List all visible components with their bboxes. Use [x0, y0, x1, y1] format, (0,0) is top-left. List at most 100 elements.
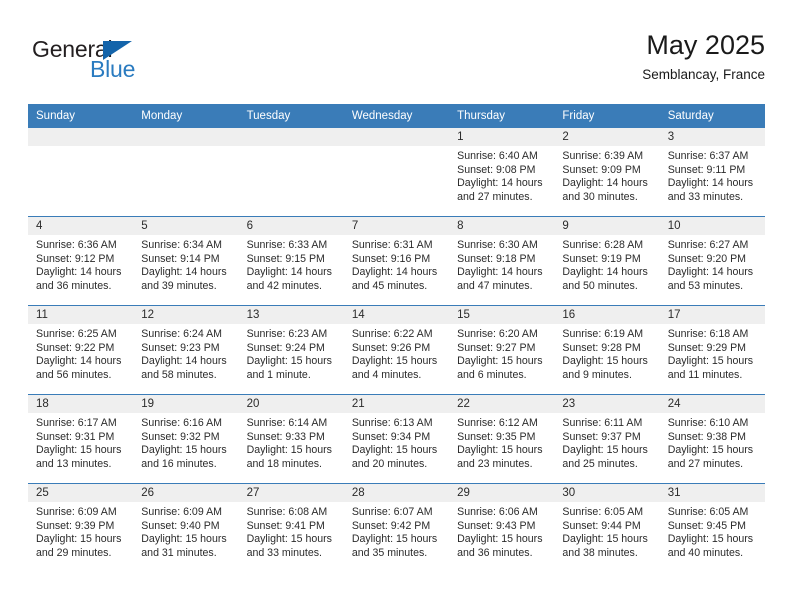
calendar-day-cell[interactable]: 15 Sunrise: 6:20 AM Sunset: 9:27 PM Dayligh…	[449, 305, 555, 395]
day-sun-info: Sunrise: 6:19 AM Sunset: 9:28 PM Daylight:…	[554, 324, 659, 382]
calendar-day-cell[interactable]: 26 Sunrise: 6:09 AM Sunset: 9:40 PM Dayligh…	[133, 483, 239, 572]
daylight-duration-line1: Daylight: 14 hours	[457, 266, 543, 279]
day-number: 21	[343, 395, 450, 413]
day-number: 4	[28, 217, 134, 235]
sunset-time: Sunset: 9:11 PM	[667, 163, 746, 176]
day-sun-info: Sunrise: 6:14 AM Sunset: 9:33 PM Daylight:…	[239, 413, 344, 471]
daylight-duration-line2: and 6 minutes.	[457, 368, 527, 381]
sunset-time: Sunset: 9:40 PM	[141, 519, 220, 532]
calendar-empty-cell	[28, 127, 134, 217]
calendar-day-cell[interactable]: 28 Sunrise: 6:07 AM Sunset: 9:42 PM Dayligh…	[343, 483, 450, 572]
calendar-day-cell[interactable]: 20 Sunrise: 6:14 AM Sunset: 9:33 PM Dayligh…	[238, 394, 344, 484]
day-cell-inner: 4 Sunrise: 6:36 AM Sunset: 9:12 PM Daylight…	[28, 217, 134, 305]
calendar-day-cell[interactable]: 5 Sunrise: 6:34 AM Sunset: 9:14 PM Daylight…	[133, 216, 239, 306]
calendar-day-cell[interactable]: 18 Sunrise: 6:17 AM Sunset: 9:31 PM Dayligh…	[28, 394, 134, 484]
daylight-duration-line1: Daylight: 15 hours	[36, 533, 122, 546]
calendar-day-cell[interactable]: 7 Sunrise: 6:31 AM Sunset: 9:16 PM Daylight…	[343, 216, 450, 306]
day-sun-info: Sunrise: 6:27 AM Sunset: 9:20 PM Daylight:…	[660, 235, 765, 293]
day-cell-inner: 26 Sunrise: 6:09 AM Sunset: 9:40 PM Dayligh…	[133, 484, 239, 572]
day-sun-info: Sunrise: 6:20 AM Sunset: 9:27 PM Daylight:…	[449, 324, 554, 382]
sunrise-time: Sunrise: 6:36 AM	[36, 239, 117, 251]
sunset-time: Sunset: 9:42 PM	[351, 519, 431, 532]
calendar-day-cell[interactable]: 2 Sunrise: 6:39 AM Sunset: 9:09 PM Daylight…	[554, 127, 660, 217]
daylight-duration-line2: and 25 minutes.	[562, 457, 638, 470]
day-sun-info: Sunrise: 6:12 AM Sunset: 9:35 PM Daylight:…	[449, 413, 554, 471]
daylight-duration-line2: and 20 minutes.	[351, 457, 428, 470]
weekday-header-tuesday: Tuesday	[238, 104, 344, 128]
calendar-day-cell[interactable]: 8 Sunrise: 6:30 AM Sunset: 9:18 PM Daylight…	[449, 216, 555, 306]
daylight-duration-line2: and 30 minutes.	[562, 190, 638, 203]
weekday-header-friday: Friday	[554, 104, 660, 128]
day-number	[343, 128, 450, 146]
day-sun-info: Sunrise: 6:23 AM Sunset: 9:24 PM Daylight:…	[239, 324, 344, 382]
day-number: 9	[554, 217, 660, 235]
calendar-day-cell[interactable]: 14 Sunrise: 6:22 AM Sunset: 9:26 PM Dayligh…	[343, 305, 450, 395]
day-sun-info: Sunrise: 6:22 AM Sunset: 9:26 PM Daylight:…	[344, 324, 449, 382]
calendar-day-cell[interactable]: 10 Sunrise: 6:27 AM Sunset: 9:20 PM Dayligh…	[659, 216, 765, 306]
day-sun-info: Sunrise: 6:09 AM Sunset: 9:40 PM Daylight:…	[133, 502, 238, 560]
sunset-time: Sunset: 9:28 PM	[562, 341, 641, 354]
calendar-day-cell[interactable]: 9 Sunrise: 6:28 AM Sunset: 9:19 PM Daylight…	[554, 216, 660, 306]
calendar-day-cell[interactable]: 25 Sunrise: 6:09 AM Sunset: 9:39 PM Dayligh…	[28, 483, 134, 572]
daylight-duration-line1: Daylight: 15 hours	[667, 533, 754, 546]
day-number: 16	[554, 306, 660, 324]
calendar-day-cell[interactable]: 23 Sunrise: 6:11 AM Sunset: 9:37 PM Dayligh…	[554, 394, 660, 484]
day-sun-info: Sunrise: 6:06 AM Sunset: 9:43 PM Daylight:…	[449, 502, 554, 560]
daylight-duration-line2: and 27 minutes.	[457, 190, 533, 203]
calendar-day-cell[interactable]: 3 Sunrise: 6:37 AM Sunset: 9:11 PM Daylight…	[659, 127, 765, 217]
day-number: 2	[554, 128, 660, 146]
day-cell-inner: 31 Sunrise: 6:05 AM Sunset: 9:45 PM Dayligh…	[659, 484, 765, 572]
calendar-day-cell[interactable]: 4 Sunrise: 6:36 AM Sunset: 9:12 PM Daylight…	[28, 216, 134, 306]
calendar-day-cell[interactable]: 6 Sunrise: 6:33 AM Sunset: 9:15 PM Daylight…	[238, 216, 344, 306]
general-blue-logo[interactable]: General Blue	[32, 36, 232, 92]
calendar-day-cell[interactable]: 27 Sunrise: 6:08 AM Sunset: 9:41 PM Dayligh…	[238, 483, 344, 572]
weekday-header-wednesday: Wednesday	[343, 104, 450, 128]
calendar-day-cell[interactable]: 29 Sunrise: 6:06 AM Sunset: 9:43 PM Dayligh…	[449, 483, 555, 572]
daylight-duration-line2: and 40 minutes.	[667, 546, 744, 559]
day-number: 26	[133, 484, 239, 502]
day-sun-info: Sunrise: 6:09 AM Sunset: 9:39 PM Daylight:…	[28, 502, 133, 560]
sunset-time: Sunset: 9:09 PM	[562, 163, 641, 176]
calendar-day-cell[interactable]: 19 Sunrise: 6:16 AM Sunset: 9:32 PM Dayligh…	[133, 394, 239, 484]
day-sun-info: Sunrise: 6:24 AM Sunset: 9:23 PM Daylight:…	[133, 324, 238, 382]
day-cell-inner: 18 Sunrise: 6:17 AM Sunset: 9:31 PM Dayligh…	[28, 395, 134, 483]
sunset-time: Sunset: 9:27 PM	[457, 341, 536, 354]
calendar-day-cell[interactable]: 17 Sunrise: 6:18 AM Sunset: 9:29 PM Dayligh…	[659, 305, 765, 395]
sunset-time: Sunset: 9:31 PM	[36, 430, 115, 443]
calendar-day-cell[interactable]: 22 Sunrise: 6:12 AM Sunset: 9:35 PM Dayligh…	[449, 394, 555, 484]
daylight-duration-line1: Daylight: 15 hours	[457, 355, 543, 368]
calendar-day-cell[interactable]: 1 Sunrise: 6:40 AM Sunset: 9:08 PM Daylight…	[449, 127, 555, 217]
sunrise-time: Sunrise: 6:25 AM	[36, 328, 117, 340]
day-number: 1	[449, 128, 555, 146]
day-sun-info: Sunrise: 6:05 AM Sunset: 9:44 PM Daylight:…	[554, 502, 659, 560]
day-sun-info: Sunrise: 6:33 AM Sunset: 9:15 PM Daylight:…	[239, 235, 344, 293]
day-number: 15	[449, 306, 555, 324]
daylight-duration-line1: Daylight: 15 hours	[246, 355, 332, 368]
daylight-duration-line2: and 38 minutes.	[562, 546, 638, 559]
sunset-time: Sunset: 9:37 PM	[562, 430, 641, 443]
day-number: 25	[28, 484, 134, 502]
sunrise-time: Sunrise: 6:30 AM	[457, 239, 538, 251]
sunrise-time: Sunrise: 6:05 AM	[562, 506, 644, 518]
calendar-day-cell[interactable]: 24 Sunrise: 6:10 AM Sunset: 9:38 PM Dayligh…	[659, 394, 765, 484]
daylight-duration-line2: and 50 minutes.	[562, 279, 638, 292]
calendar-day-cell[interactable]: 30 Sunrise: 6:05 AM Sunset: 9:44 PM Dayligh…	[554, 483, 660, 572]
calendar-day-cell[interactable]: 16 Sunrise: 6:19 AM Sunset: 9:28 PM Dayligh…	[554, 305, 660, 395]
daylight-duration-line2: and 1 minute.	[246, 368, 311, 381]
day-number: 14	[343, 306, 450, 324]
calendar-day-cell[interactable]: 11 Sunrise: 6:25 AM Sunset: 9:22 PM Dayligh…	[28, 305, 134, 395]
calendar-day-cell[interactable]: 21 Sunrise: 6:13 AM Sunset: 9:34 PM Dayligh…	[343, 394, 450, 484]
day-number: 31	[659, 484, 765, 502]
calendar-day-cell[interactable]: 31 Sunrise: 6:05 AM Sunset: 9:45 PM Dayligh…	[659, 483, 765, 572]
daylight-duration-line2: and 39 minutes.	[141, 279, 217, 292]
sunrise-time: Sunrise: 6:16 AM	[141, 417, 222, 429]
sunset-time: Sunset: 9:24 PM	[246, 341, 325, 354]
day-cell-inner: 23 Sunrise: 6:11 AM Sunset: 9:37 PM Dayligh…	[554, 395, 660, 483]
calendar-day-cell[interactable]: 12 Sunrise: 6:24 AM Sunset: 9:23 PM Dayligh…	[133, 305, 239, 395]
daylight-duration-line1: Daylight: 15 hours	[351, 444, 438, 457]
day-number: 17	[659, 306, 765, 324]
day-sun-info: Sunrise: 6:39 AM Sunset: 9:09 PM Daylight:…	[554, 146, 659, 204]
calendar-day-cell[interactable]: 13 Sunrise: 6:23 AM Sunset: 9:24 PM Dayligh…	[238, 305, 344, 395]
daylight-duration-line2: and 56 minutes.	[36, 368, 112, 381]
sunset-time: Sunset: 9:15 PM	[246, 252, 325, 265]
